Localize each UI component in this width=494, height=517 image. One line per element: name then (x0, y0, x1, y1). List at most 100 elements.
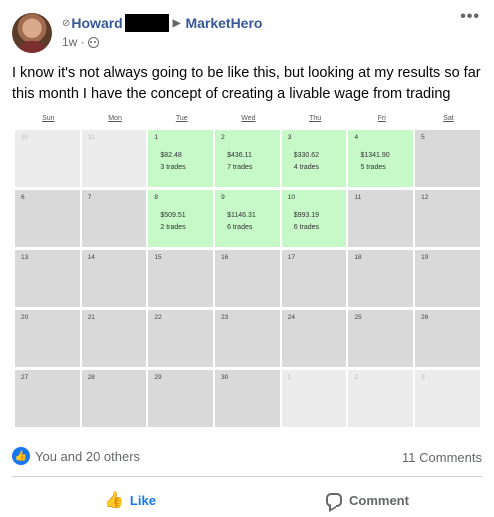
day-profit-amount: $1341.90 (360, 152, 390, 159)
day-number: 28 (87, 374, 95, 381)
day-number: 24 (287, 314, 295, 321)
day-profit-amount: $509.51 (160, 212, 186, 219)
calendar-day: 30 (15, 130, 80, 187)
weekday-label: Fri (377, 115, 386, 122)
calendar-day: 14 (81, 250, 147, 307)
post-meta: 1w · (62, 35, 99, 49)
day-number: 25 (354, 314, 362, 321)
day-trade-count: 6 trades (227, 224, 253, 231)
day-number: 21 (87, 314, 95, 321)
calendar-day: 21 (81, 310, 147, 367)
day-profit-amount: $993.19 (293, 212, 320, 219)
calendar-day: 6 (15, 190, 80, 247)
calendar-day-profit: 3 $330.62 4 trades (281, 130, 347, 187)
reactions-text[interactable]: You and 20 others (35, 449, 140, 464)
calendar-day-profit: 4 $1341.90 5 trades (348, 130, 414, 187)
calendar-day: 18 (348, 250, 414, 307)
day-number: 8 (154, 194, 158, 201)
day-number: 7 (87, 194, 92, 201)
day-trade-count: 2 trades (160, 224, 186, 231)
weekday-label: Thu (309, 115, 322, 122)
day-trade-count: 3 trades (160, 164, 186, 171)
arrow-right-icon: ▶ (172, 17, 181, 29)
day-number: 17 (287, 254, 295, 261)
post-header: ⊘ Howard ▶ MarketHero (62, 14, 262, 32)
calendar-day: 31 (81, 130, 147, 187)
divider (12, 476, 482, 477)
reactions-summary[interactable]: 👍 You and 20 others (12, 447, 140, 465)
calendar-day: 12 (415, 190, 480, 247)
calendar-week: 13 14 15 16 17 18 19 (15, 250, 482, 310)
calendar-day: 25 (348, 310, 414, 367)
weekday-label: Sun (42, 115, 55, 122)
day-number: 30 (221, 374, 229, 381)
day-number: 14 (87, 254, 95, 261)
day-trade-count: 5 trades (360, 164, 386, 171)
author-avatar[interactable] (12, 13, 52, 53)
day-number: 3 (421, 374, 425, 381)
calendar-day-profit: 9 $1146.31 6 trades (215, 190, 280, 247)
post-time[interactable]: 1w · (62, 35, 85, 49)
author-name[interactable]: Howard (71, 15, 122, 31)
comments-count[interactable]: 11 Comments (402, 450, 482, 465)
calendar-day: 22 (148, 310, 214, 367)
calendar-day: 16 (215, 250, 280, 307)
day-number: 2 (221, 134, 225, 141)
day-profit-amount: $1146.31 (227, 212, 256, 219)
day-number: 10 (287, 194, 295, 201)
calendar-day: 23 (215, 310, 280, 367)
privacy-icon: ⊘ (62, 17, 71, 29)
redacted-surname (124, 14, 169, 32)
calendar-day: 11 (348, 190, 414, 247)
calendar-day: 7 (81, 190, 147, 247)
calendar-day-profit: 1 $82.48 3 trades (148, 130, 214, 187)
weekday-label: Sat (443, 115, 454, 122)
day-number: 18 (354, 254, 362, 261)
day-number: 19 (421, 254, 429, 261)
day-number: 13 (21, 254, 29, 261)
calendar-week: 6 7 8 $509.51 2 trades 9 $1146.31 6 trades 10 $99… (15, 190, 482, 250)
calendar-day: 5 (415, 130, 480, 187)
day-profit-amount: $436.11 (227, 152, 252, 159)
calendar-day: 3 (415, 370, 480, 427)
day-number: 2 (354, 374, 359, 381)
feed-post: ⊘ Howard ▶ MarketHero 1w · ••• I know it… (0, 0, 494, 517)
calendar-day: 13 (15, 250, 80, 307)
day-trade-count: 7 trades (227, 164, 253, 171)
day-trade-count: 4 trades (293, 164, 320, 171)
calendar-day: 20 (15, 310, 80, 367)
weekday-label: Wed (241, 115, 256, 122)
calendar-day: 19 (415, 250, 480, 307)
day-number: 1 (154, 134, 158, 141)
comment-label: Comment (349, 492, 409, 508)
comment-icon (326, 493, 342, 507)
day-number: 4 (354, 134, 359, 141)
weekday-header: Sun Mon Tue Wed Thu Fri Sat (15, 115, 482, 129)
day-number: 27 (21, 374, 29, 381)
globe-icon (87, 36, 99, 48)
calendar-day: 26 (415, 310, 480, 367)
day-profit-amount: $82.48 (160, 152, 182, 159)
calendar-week: 20 21 22 23 24 25 26 (15, 310, 482, 370)
day-number: 23 (221, 314, 229, 321)
day-number: 12 (421, 194, 429, 201)
calendar-day: 15 (148, 250, 214, 307)
day-number: 1 (287, 374, 292, 381)
comment-button[interactable]: Comment (326, 487, 409, 513)
like-reaction-icon: 👍 (12, 447, 30, 465)
calendar-day: 30 (215, 370, 280, 427)
calendar-grid: 30 31 1 $82.48 3 trades 2 $436.11 7 trades 3 $330… (15, 130, 482, 430)
calendar-image[interactable]: Sun Mon Tue Wed Thu Fri Sat 30 31 1 $82.48 3 trade… (0, 111, 494, 433)
trading-calendar: Sun Mon Tue Wed Thu Fri Sat 30 31 1 $82.48 3 trade… (15, 115, 482, 427)
calendar-day-profit: 10 $993.19 6 trades (281, 190, 347, 247)
day-number: 11 (354, 194, 362, 201)
calendar-day: 27 (15, 370, 80, 427)
day-number: 20 (21, 314, 29, 321)
day-number: 29 (154, 374, 162, 381)
calendar-day-profit: 8 $509.51 2 trades (148, 190, 214, 247)
like-button[interactable]: 👍 Like (104, 487, 156, 513)
group-name[interactable]: MarketHero (185, 15, 262, 31)
thumb-up-icon: 👍 (104, 492, 124, 509)
day-profit-amount: $330.62 (293, 152, 320, 159)
more-icon[interactable]: ••• (460, 8, 480, 26)
